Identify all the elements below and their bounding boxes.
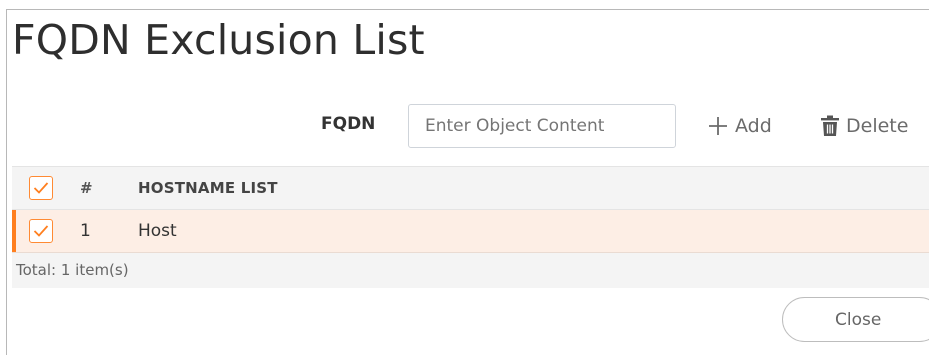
selected-row-indicator <box>12 210 16 252</box>
table-header: # HOSTNAME LIST <box>12 166 929 210</box>
add-button[interactable]: Add <box>707 111 772 141</box>
row-number: 1 <box>80 221 91 241</box>
checkmark-icon <box>33 181 49 195</box>
table-row[interactable]: 1 Host <box>12 210 929 253</box>
close-button[interactable]: Close <box>782 297 929 342</box>
dialog-title: FQDN Exclusion List <box>12 16 425 64</box>
trash-icon <box>820 115 840 137</box>
add-button-label: Add <box>735 115 772 137</box>
checkmark-icon <box>33 224 49 238</box>
column-header-hostname[interactable]: HOSTNAME LIST <box>138 179 278 197</box>
fqdn-label: FQDN <box>321 114 376 134</box>
hostname-table: # HOSTNAME LIST 1 Host Total: 1 item(s) <box>12 166 929 288</box>
delete-button[interactable]: Delete <box>820 111 908 141</box>
row-checkbox[interactable] <box>29 219 53 243</box>
select-all-checkbox[interactable] <box>29 176 53 200</box>
fqdn-input[interactable] <box>408 104 676 148</box>
total-count: Total: 1 item(s) <box>16 261 129 279</box>
delete-button-label: Delete <box>846 115 909 137</box>
row-hostname: Host <box>138 221 177 241</box>
plus-icon <box>707 115 729 137</box>
column-header-number[interactable]: # <box>80 179 93 197</box>
table-footer: Total: 1 item(s) <box>12 253 929 288</box>
